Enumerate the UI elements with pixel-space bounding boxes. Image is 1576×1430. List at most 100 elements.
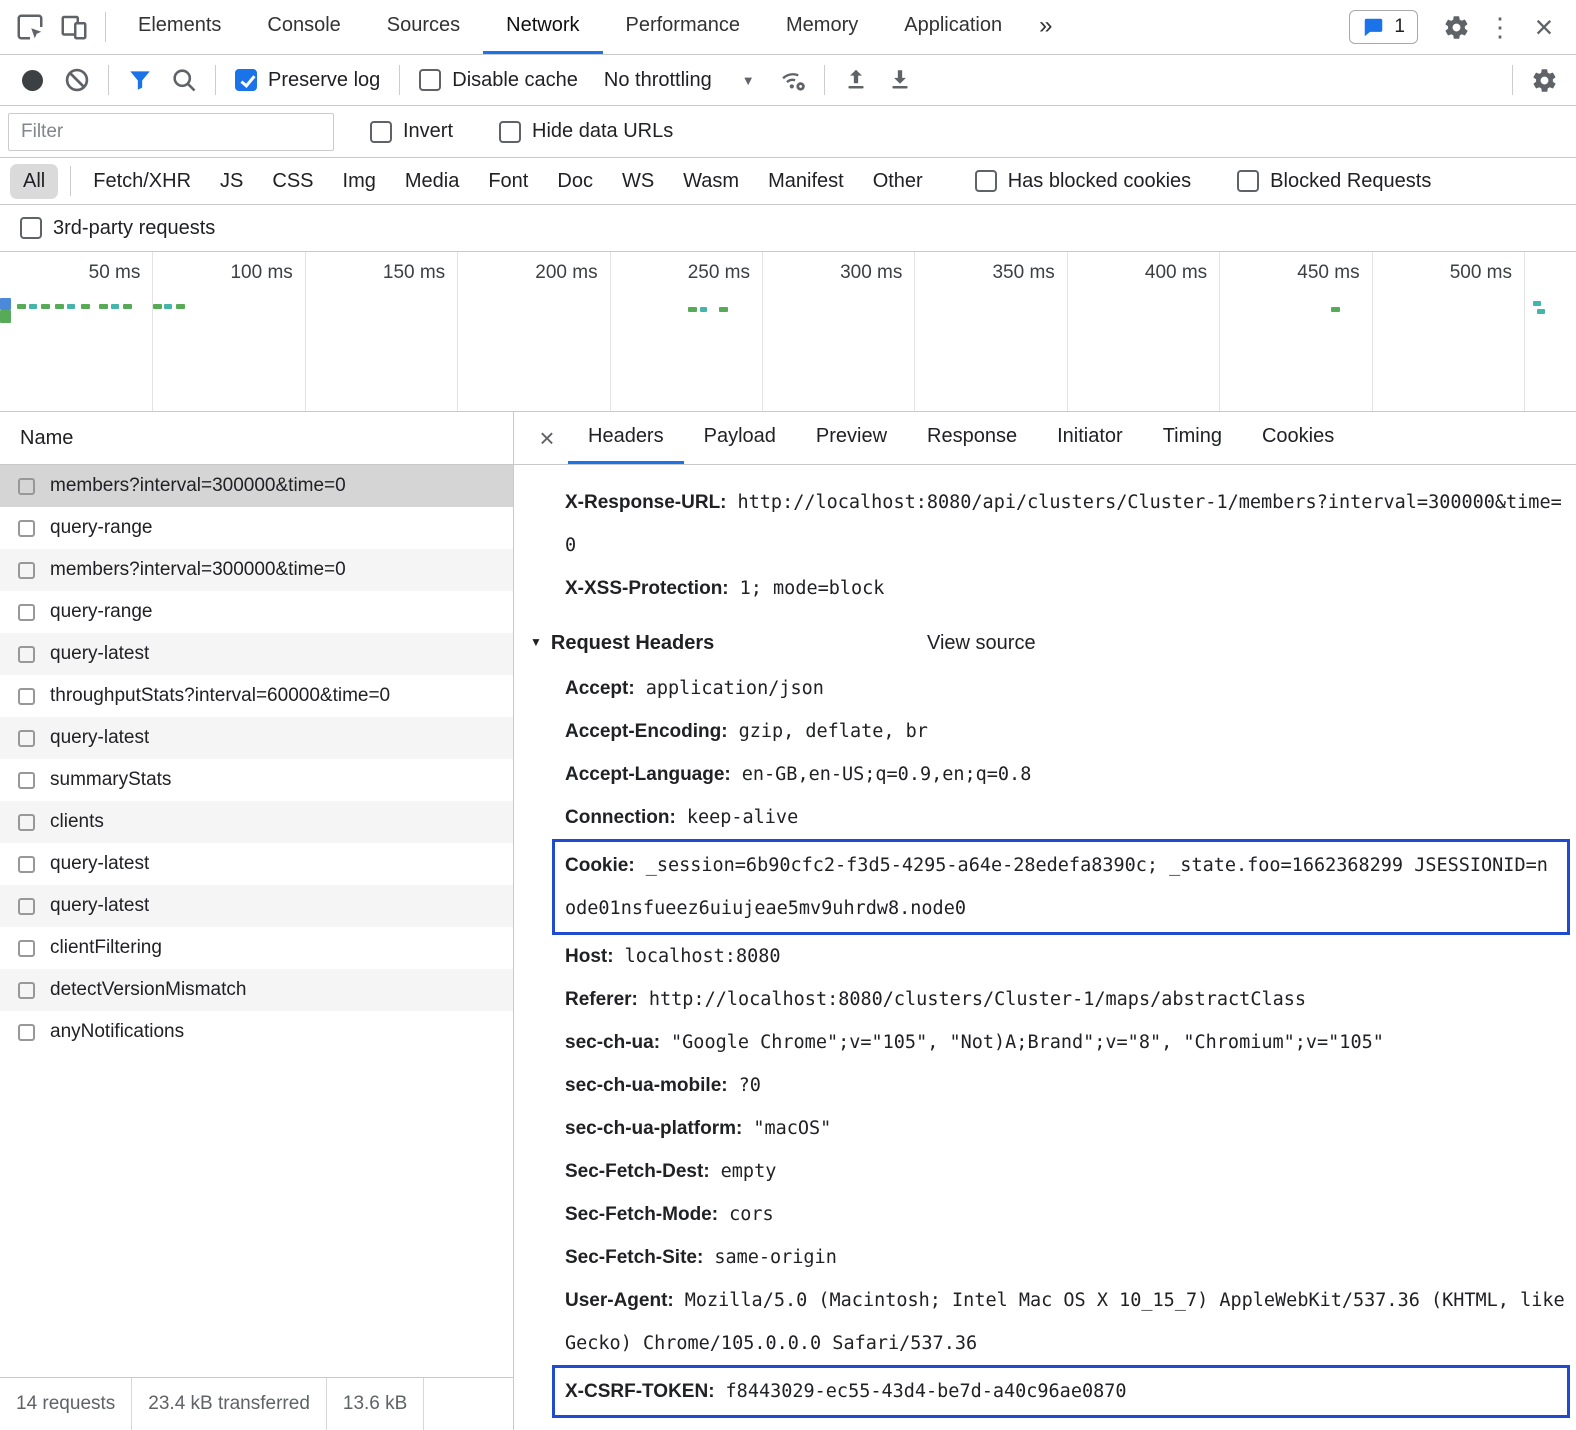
type-filter-doc[interactable]: Doc [544,164,606,199]
request-checkbox[interactable] [18,646,35,663]
more-options-icon[interactable]: ⋮ [1478,5,1522,49]
request-checkbox[interactable] [18,604,35,621]
tab-application[interactable]: Application [881,0,1025,54]
transferred-size: 23.4 kB transferred [132,1378,327,1430]
tab-network[interactable]: Network [483,0,602,54]
throttling-select[interactable]: No throttling ▼ [588,69,771,92]
request-checkbox[interactable] [18,688,35,705]
request-checkbox[interactable] [18,520,35,537]
request-row[interactable]: query-latest [0,633,513,675]
request-name: query-range [50,517,152,539]
request-checkbox[interactable] [18,940,35,957]
arrow-up-icon [843,67,869,93]
type-filter-all[interactable]: All [10,164,58,199]
settings-gear-icon[interactable] [1434,5,1478,49]
type-filter-other[interactable]: Other [860,164,936,199]
request-tick [67,304,75,309]
requests-count: 14 requests [0,1378,132,1430]
request-checkbox[interactable] [18,772,35,789]
request-row[interactable]: clients [0,801,513,843]
filter-funnel-icon[interactable] [118,58,162,102]
request-row[interactable]: query-latest [0,717,513,759]
console-messages-badge[interactable]: 1 [1349,10,1418,44]
detail-tab-response[interactable]: Response [907,412,1037,464]
export-har-icon[interactable] [878,58,922,102]
network-settings-gear-icon[interactable] [1522,58,1566,102]
type-filter-ws[interactable]: WS [609,164,667,199]
network-overview-timeline[interactable]: 50 ms100 ms150 ms200 ms250 ms300 ms350 m… [0,252,1576,412]
status-bar: 14 requests 23.4 kB transferred 13.6 kB [0,1377,513,1430]
request-checkbox[interactable] [18,856,35,873]
gear-icon [1531,67,1558,94]
detail-tab-headers[interactable]: Headers [568,412,684,464]
detail-tab-cookies[interactable]: Cookies [1242,412,1354,464]
tab-elements[interactable]: Elements [115,0,244,54]
request-row[interactable]: query-latest [0,885,513,927]
header-value: gzip, deflate, br [739,721,928,742]
name-column-header[interactable]: Name [0,412,513,465]
request-name: anyNotifications [50,1021,184,1043]
has-blocked-cookies-checkbox[interactable]: Has blocked cookies [965,170,1201,193]
type-filter-wasm[interactable]: Wasm [670,164,752,199]
detail-tab-initiator[interactable]: Initiator [1037,412,1143,464]
request-row[interactable]: clientFiltering [0,927,513,969]
network-conditions-icon[interactable] [771,58,815,102]
filter-input[interactable] [8,113,334,151]
type-filter-css[interactable]: CSS [259,164,326,199]
clear-icon-svg [63,66,91,94]
clear-network-log-icon[interactable] [55,58,99,102]
hide-data-urls-checkbox[interactable]: Hide data URLs [489,120,683,143]
detail-tab-payload[interactable]: Payload [684,412,796,464]
header-name: X-XSS-Protection: [565,578,729,599]
request-checkbox[interactable] [18,478,35,495]
request-tick [688,307,697,312]
preserve-log-checkbox[interactable]: Preserve log [225,69,390,92]
type-filter-fetch-xhr[interactable]: Fetch/XHR [80,164,204,199]
tab-console[interactable]: Console [244,0,363,54]
inspect-element-icon[interactable] [8,5,52,49]
disable-cache-checkbox[interactable]: Disable cache [409,69,588,92]
checkbox-box [419,69,441,91]
device-toolbar-icon[interactable] [52,5,96,49]
tab-memory[interactable]: Memory [763,0,881,54]
request-checkbox[interactable] [18,1024,35,1041]
request-row[interactable]: detectVersionMismatch [0,969,513,1011]
type-filter-font[interactable]: Font [475,164,541,199]
request-tick [153,304,162,309]
close-devtools-icon[interactable]: × [1522,5,1566,49]
request-row[interactable]: anyNotifications [0,1011,513,1053]
detail-tab-preview[interactable]: Preview [796,412,907,464]
request-checkbox[interactable] [18,814,35,831]
collapse-triangle-icon[interactable]: ▼ [530,621,542,664]
search-icon[interactable] [162,58,206,102]
divider [824,65,825,95]
import-har-icon[interactable] [834,58,878,102]
request-row[interactable]: query-latest [0,843,513,885]
third-party-requests-checkbox[interactable]: 3rd-party requests [10,217,225,240]
blocked-requests-checkbox[interactable]: Blocked Requests [1227,170,1441,193]
type-filter-manifest[interactable]: Manifest [755,164,857,199]
invert-checkbox[interactable]: Invert [360,120,463,143]
tab-sources[interactable]: Sources [364,0,483,54]
tab-performance[interactable]: Performance [603,0,764,54]
request-row[interactable]: members?interval=300000&time=0 [0,465,513,507]
request-checkbox[interactable] [18,982,35,999]
header-line: X-Response-URL:http://localhost:8080/api… [514,481,1576,567]
view-source-link[interactable]: View source [927,622,1036,665]
close-detail-icon[interactable]: × [526,423,568,454]
detail-tab-timing[interactable]: Timing [1143,412,1242,464]
request-row[interactable]: throughputStats?interval=60000&time=0 [0,675,513,717]
type-filter-js[interactable]: JS [207,164,256,199]
request-row[interactable]: members?interval=300000&time=0 [0,549,513,591]
request-row[interactable]: query-range [0,591,513,633]
more-panels-chevron[interactable]: » [1025,0,1066,54]
type-filter-img[interactable]: Img [330,164,389,199]
request-checkbox[interactable] [18,730,35,747]
request-checkbox[interactable] [18,562,35,579]
record-network-log-icon[interactable] [22,70,43,91]
request-row[interactable]: summaryStats [0,759,513,801]
request-row[interactable]: query-range [0,507,513,549]
request-checkbox[interactable] [18,898,35,915]
chevron-down-icon: ▼ [742,73,755,88]
type-filter-media[interactable]: Media [392,164,472,199]
